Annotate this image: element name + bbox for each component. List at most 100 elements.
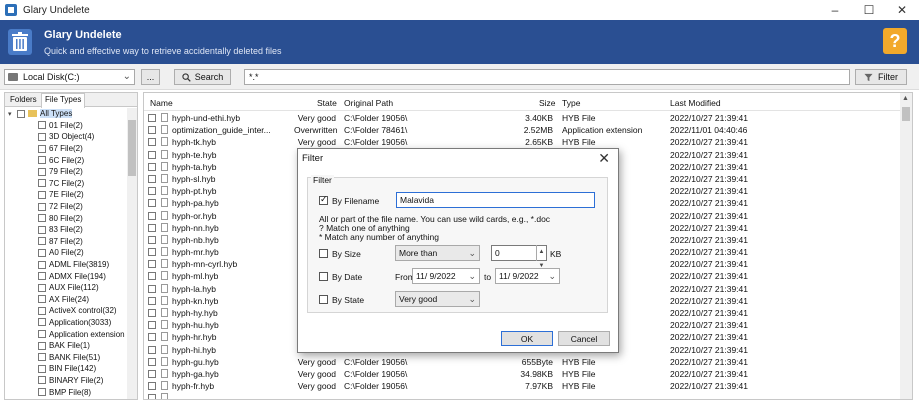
- tree-item[interactable]: 72 File(2): [5, 201, 127, 213]
- row-checkbox[interactable]: [148, 321, 156, 330]
- tree-item[interactable]: 80 File(2): [5, 212, 127, 224]
- tree-checkbox[interactable]: [38, 248, 46, 257]
- tree-item[interactable]: BAK File(1): [5, 340, 127, 352]
- row-checkbox[interactable]: [148, 248, 156, 257]
- cancel-button[interactable]: Cancel: [558, 331, 610, 346]
- tree-item[interactable]: 7E File(2): [5, 189, 127, 201]
- date-from-picker[interactable]: 11/ 9/2022 ⌄: [412, 268, 480, 284]
- tree-checkbox[interactable]: [38, 190, 46, 199]
- tree-checkbox[interactable]: [38, 318, 46, 327]
- tree-item[interactable]: 83 File(2): [5, 224, 127, 236]
- row-checkbox[interactable]: [148, 296, 156, 305]
- size-operator-select[interactable]: More than ⌄: [395, 245, 480, 261]
- row-checkbox[interactable]: [148, 382, 156, 391]
- tree-checkbox[interactable]: [38, 179, 46, 188]
- tree-item[interactable]: Application(3033): [5, 317, 127, 329]
- tab-file-types[interactable]: File Types: [41, 93, 86, 108]
- row-checkbox[interactable]: [148, 235, 156, 244]
- drive-select[interactable]: Local Disk(C:) ⌄: [4, 69, 135, 85]
- column-name[interactable]: Name: [150, 98, 173, 108]
- pattern-input[interactable]: *.*: [244, 69, 850, 85]
- close-icon[interactable]: ✕: [598, 150, 610, 167]
- tree-item[interactable]: AX File(24): [5, 294, 127, 306]
- row-checkbox[interactable]: [148, 369, 156, 378]
- tree-item[interactable]: 67 File(2): [5, 143, 127, 155]
- tree-checkbox[interactable]: [38, 283, 46, 292]
- tree-item[interactable]: ActiveX control(32): [5, 305, 127, 317]
- by-state-checkbox[interactable]: [319, 295, 328, 304]
- tree-checkbox[interactable]: [38, 225, 46, 234]
- row-checkbox[interactable]: [148, 126, 156, 135]
- tree-item[interactable]: A0 File(2): [5, 247, 127, 259]
- tree-checkbox[interactable]: [38, 156, 46, 165]
- table-row[interactable]: hyph-ga.hyb Very good C:\Folder 19056\ 34.9…: [144, 368, 900, 380]
- by-filename-checkbox[interactable]: [319, 194, 328, 205]
- tree-scrollbar[interactable]: [127, 108, 137, 399]
- row-checkbox[interactable]: [148, 162, 156, 171]
- table-row[interactable]: hyph-fr.hyb Very good C:\Folder 19056\ 7.97…: [144, 380, 900, 392]
- search-button[interactable]: Search: [174, 69, 231, 85]
- tree-item[interactable]: Application extension: [5, 328, 127, 340]
- table-row[interactable]: optimization_guide_inter... Overwritten C:…: [144, 124, 900, 136]
- tree-item[interactable]: AUX File(112): [5, 282, 127, 294]
- tree-checkbox[interactable]: [38, 341, 46, 350]
- column-path[interactable]: Original Path: [344, 98, 393, 108]
- scroll-up-icon[interactable]: ▲: [902, 95, 909, 102]
- tree-item-all-types[interactable]: ▾ All Types: [5, 108, 127, 120]
- expand-icon[interactable]: ▾: [8, 110, 16, 118]
- row-checkbox[interactable]: [148, 272, 156, 281]
- date-to-picker[interactable]: 11/ 9/2022 ⌄: [495, 268, 560, 284]
- row-checkbox[interactable]: [148, 260, 156, 269]
- row-checkbox[interactable]: [148, 394, 156, 399]
- tree-checkbox[interactable]: [38, 353, 46, 362]
- filter-button[interactable]: Filter: [855, 69, 907, 85]
- tree-checkbox[interactable]: [38, 364, 46, 373]
- row-checkbox[interactable]: [148, 187, 156, 196]
- column-type[interactable]: Type: [562, 98, 580, 108]
- row-checkbox[interactable]: [148, 211, 156, 220]
- row-checkbox[interactable]: [148, 199, 156, 208]
- tree-checkbox[interactable]: [38, 121, 46, 130]
- row-checkbox[interactable]: [148, 138, 156, 147]
- tree-item[interactable]: BMP File(8): [5, 386, 127, 398]
- row-checkbox[interactable]: [148, 223, 156, 232]
- row-checkbox[interactable]: [148, 174, 156, 183]
- size-value-input[interactable]: 0 ▲ ▼: [491, 245, 547, 269]
- row-checkbox[interactable]: [148, 284, 156, 293]
- by-date-checkbox[interactable]: [319, 272, 328, 281]
- row-checkbox[interactable]: [148, 309, 156, 317]
- tree-checkbox[interactable]: [38, 260, 46, 269]
- column-size[interactable]: Size: [539, 98, 556, 108]
- tree-checkbox[interactable]: [38, 376, 46, 385]
- state-select[interactable]: Very good ⌄: [395, 291, 480, 307]
- list-scrollbar[interactable]: ▲: [900, 93, 912, 399]
- table-row[interactable]: [144, 392, 900, 399]
- help-button[interactable]: ?: [883, 28, 907, 54]
- tree-checkbox[interactable]: [38, 237, 46, 246]
- scrollbar-thumb[interactable]: [902, 107, 910, 121]
- filename-input[interactable]: Malavida: [396, 192, 595, 208]
- tree-item[interactable]: 3D Object(4): [5, 131, 127, 143]
- column-modified[interactable]: Last Modified: [670, 98, 721, 108]
- size-spinner[interactable]: ▲ ▼: [536, 245, 546, 269]
- tree-item[interactable]: BANK File(51): [5, 351, 127, 363]
- column-state[interactable]: State: [317, 98, 337, 108]
- tree-checkbox[interactable]: [38, 144, 46, 153]
- scrollbar-thumb[interactable]: [128, 120, 136, 176]
- tree-checkbox[interactable]: [38, 214, 46, 223]
- tab-folders[interactable]: Folders: [7, 94, 40, 108]
- tree-item[interactable]: 6C File(2): [5, 154, 127, 166]
- tree-item[interactable]: 87 File(2): [5, 236, 127, 248]
- tree-checkbox[interactable]: [38, 388, 46, 397]
- browse-button[interactable]: ...: [141, 69, 160, 85]
- table-row[interactable]: hyph-gu.hyb Very good C:\Folder 19056\ 655B…: [144, 356, 900, 368]
- tree-item[interactable]: 7C File(2): [5, 178, 127, 190]
- tree-item[interactable]: 79 File(2): [5, 166, 127, 178]
- tree-item[interactable]: ADML File(3819): [5, 259, 127, 271]
- tree-item[interactable]: BINARY File(2): [5, 375, 127, 387]
- close-button[interactable]: ✕: [885, 0, 919, 20]
- tree-checkbox[interactable]: [17, 109, 25, 118]
- row-checkbox[interactable]: [148, 114, 156, 122]
- by-size-checkbox[interactable]: [319, 249, 328, 258]
- row-checkbox[interactable]: [148, 333, 156, 342]
